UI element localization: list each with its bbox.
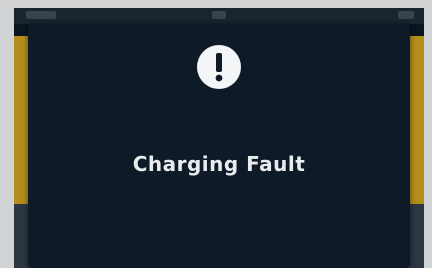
status-battery-icon [398, 11, 414, 19]
status-center-icon [212, 11, 226, 19]
exclamation-circle-icon [197, 45, 241, 89]
alert-title: Charging Fault [132, 152, 306, 176]
fault-alert-dialog[interactable]: Charging Fault [28, 24, 410, 268]
status-time-placeholder [26, 11, 56, 19]
device-screen: Charging Fault [14, 8, 424, 268]
status-bar [14, 8, 424, 24]
